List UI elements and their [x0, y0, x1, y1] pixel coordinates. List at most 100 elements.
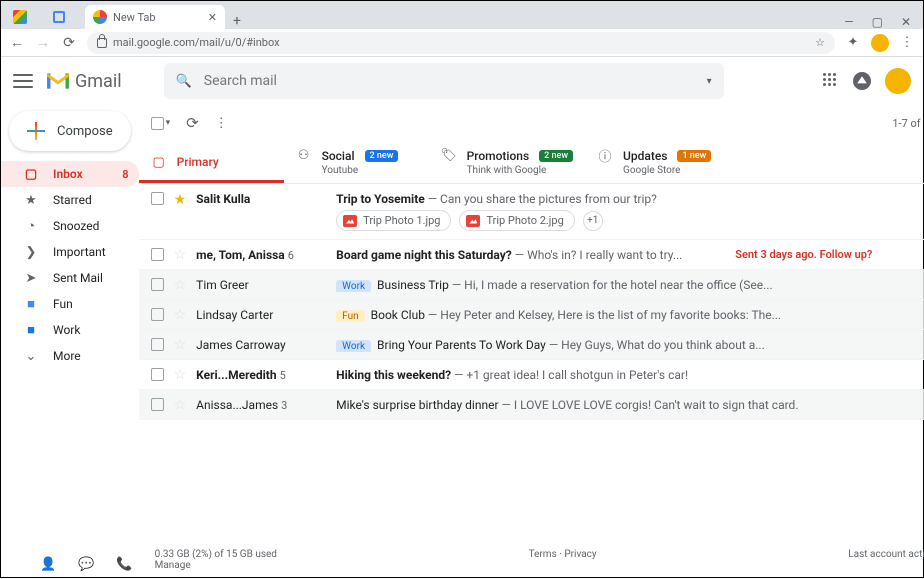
email-row[interactable]: ★Salit KullaTrip to Yosemite — Can you s…	[139, 184, 924, 240]
browser-tab-classroom[interactable]	[45, 5, 85, 29]
notifications-icon[interactable]	[853, 72, 871, 90]
google-apps-icon[interactable]	[823, 73, 839, 89]
nav-label: Inbox	[53, 167, 83, 181]
bookmark-icon[interactable]: ☆	[815, 36, 825, 49]
row-checkbox[interactable]	[151, 192, 164, 205]
phone-icon[interactable]: 📞	[116, 557, 132, 572]
star-icon[interactable]: ☆	[174, 367, 187, 383]
email-sender: Keri...Meredith 5	[196, 368, 326, 382]
content-area: ▾ ⟳ ⋮ 1-7 of many ‹ › ⚙ ▢Primary⚇Social2…	[139, 105, 924, 579]
more-actions-icon[interactable]: ⋮	[215, 116, 228, 131]
category-tab-primary[interactable]: ▢Primary	[139, 141, 284, 183]
email-subject: Hiking this weekend?	[336, 368, 451, 382]
window-maximize[interactable]: ▢	[872, 15, 883, 29]
chat-icon[interactable]: 💬	[78, 557, 94, 572]
email-row[interactable]: ☆Keri...Meredith 5Hiking this weekend? —…	[139, 360, 924, 390]
manage-storage-link[interactable]: Manage	[155, 560, 191, 571]
sidebar-item-snoozed[interactable]: ◔Snoozed	[1, 213, 139, 239]
sidebar-item-sent-mail[interactable]: ➤Sent Mail	[1, 265, 139, 291]
gmail-logo[interactable]: Gmail	[45, 71, 122, 92]
star-icon[interactable]: ☆	[174, 337, 187, 353]
email-sender: Tim Greer	[196, 278, 326, 292]
nav-icon: ❯	[23, 245, 39, 260]
select-menu-caret[interactable]: ▾	[166, 118, 171, 128]
sidebar-item-important[interactable]: ❯ Important	[1, 239, 139, 265]
forward-button[interactable]: →	[35, 34, 51, 51]
sidebar-item-fun[interactable]: ■Fun	[1, 291, 139, 317]
sidebar-item-more[interactable]: ⌄More	[1, 343, 139, 369]
category-subtext: Think with Google	[467, 165, 573, 176]
attachment-chip[interactable]: Trip Photo 1.jpg	[336, 210, 451, 231]
row-checkbox[interactable]	[151, 368, 164, 381]
row-checkbox[interactable]	[151, 278, 164, 291]
search-bar[interactable]: 🔍 ▾	[164, 63, 724, 99]
main-menu-icon[interactable]	[13, 74, 33, 88]
category-tab-updates[interactable]: ⓘUpdates1 newGoogle Store	[585, 141, 730, 183]
row-checkbox[interactable]	[151, 338, 164, 351]
tab-title: New Tab	[113, 11, 156, 24]
email-label: Work	[336, 340, 371, 352]
email-row[interactable]: ☆Anissa...James 3Mike's surprise birthda…	[139, 390, 924, 420]
attachment-chip[interactable]: Trip Photo 2.jpg	[459, 210, 574, 231]
email-row[interactable]: ☆Tim GreerWorkBusiness Trip — Hi, I made…	[139, 270, 924, 300]
sidebar-item-inbox[interactable]: ▢Inbox8	[1, 161, 139, 187]
star-icon[interactable]: ★	[174, 192, 187, 208]
browser-tab-strip: New Tab ✕ + — ▢ ✕	[1, 1, 923, 29]
star-icon[interactable]: ☆	[174, 397, 187, 413]
email-subject: Mike's surprise birthday dinner	[336, 398, 498, 412]
sidebar-item-work[interactable]: ■Work	[1, 317, 139, 343]
star-icon[interactable]: ☆	[174, 247, 187, 263]
compose-button[interactable]: Compose	[9, 111, 131, 151]
refresh-button[interactable]: ⟳	[186, 114, 199, 132]
profile-avatar-chrome[interactable]	[871, 34, 889, 52]
browser-tab-gmail[interactable]	[5, 5, 45, 29]
email-label: Fun	[336, 310, 364, 322]
email-row[interactable]: ☆me, Tom, Anissa 6Board game night this …	[139, 240, 924, 270]
browser-tab-newtab[interactable]: New Tab ✕	[85, 5, 225, 29]
gmail-m-icon	[45, 71, 71, 91]
terms-link[interactable]: Terms	[529, 549, 557, 560]
account-avatar[interactable]	[885, 68, 911, 94]
address-bar[interactable]: mail.google.com/mail/u/0/#inbox ☆	[87, 32, 835, 54]
nav-label: Sent Mail	[53, 271, 103, 285]
compose-label: Compose	[57, 124, 113, 139]
meet-chat-bar: 👤 💬 📞	[40, 557, 133, 572]
email-list: ★Salit KullaTrip to Yosemite — Can you s…	[139, 184, 924, 541]
privacy-link[interactable]: Privacy	[564, 549, 596, 560]
footer: 0.33 GB (2%) of 15 GB used Manage Terms …	[139, 541, 924, 579]
category-tab-social[interactable]: ⚇Social2 newYoutube	[284, 141, 429, 183]
back-button[interactable]: ←	[9, 34, 25, 51]
search-input[interactable]	[204, 73, 695, 89]
row-checkbox[interactable]	[151, 398, 164, 411]
select-all-checkbox[interactable]	[151, 117, 164, 130]
person-icon[interactable]: 👤	[40, 557, 56, 572]
close-tab-icon[interactable]: ✕	[208, 11, 217, 24]
search-options-icon[interactable]: ▾	[707, 76, 712, 87]
star-icon[interactable]: ☆	[174, 277, 187, 293]
email-subject: Trip to Yosemite	[336, 192, 425, 206]
email-subject: WorkBusiness Trip	[336, 278, 449, 292]
chrome-menu-icon[interactable]: ⋮	[899, 35, 915, 51]
extensions-icon[interactable]: ✦	[845, 35, 861, 51]
row-checkbox[interactable]	[151, 308, 164, 321]
email-sender: me, Tom, Anissa 6	[196, 248, 326, 262]
category-label: Promotions	[467, 149, 530, 163]
row-checkbox[interactable]	[151, 248, 164, 261]
window-close[interactable]: ✕	[901, 15, 911, 29]
gmail-logo-text: Gmail	[75, 71, 122, 92]
nav-icon: ■	[23, 296, 39, 312]
email-row[interactable]: ☆James CarrowayWorkBring Your Parents To…	[139, 330, 924, 360]
nav-label: Work	[53, 323, 80, 337]
new-tab-button[interactable]: +	[225, 13, 249, 29]
more-attachments[interactable]: +1	[583, 211, 603, 231]
email-subject: WorkBring Your Parents To Work Day	[336, 338, 546, 352]
star-icon[interactable]: ☆	[174, 307, 187, 323]
window-minimize[interactable]: —	[844, 15, 853, 29]
category-label: Social	[322, 149, 355, 163]
email-row[interactable]: ☆Lindsay CarterFunBook Club — Hey Peter …	[139, 300, 924, 330]
reload-button[interactable]: ⟳	[61, 35, 77, 51]
sidebar: Compose ▢Inbox8★Starred◔Snoozed ❯ Importan…	[1, 105, 139, 579]
nav-label: Important	[53, 245, 106, 259]
category-tab-promotions[interactable]: 🏷Promotions2 newThink with Google	[429, 141, 585, 183]
sidebar-item-starred[interactable]: ★Starred	[1, 187, 139, 213]
